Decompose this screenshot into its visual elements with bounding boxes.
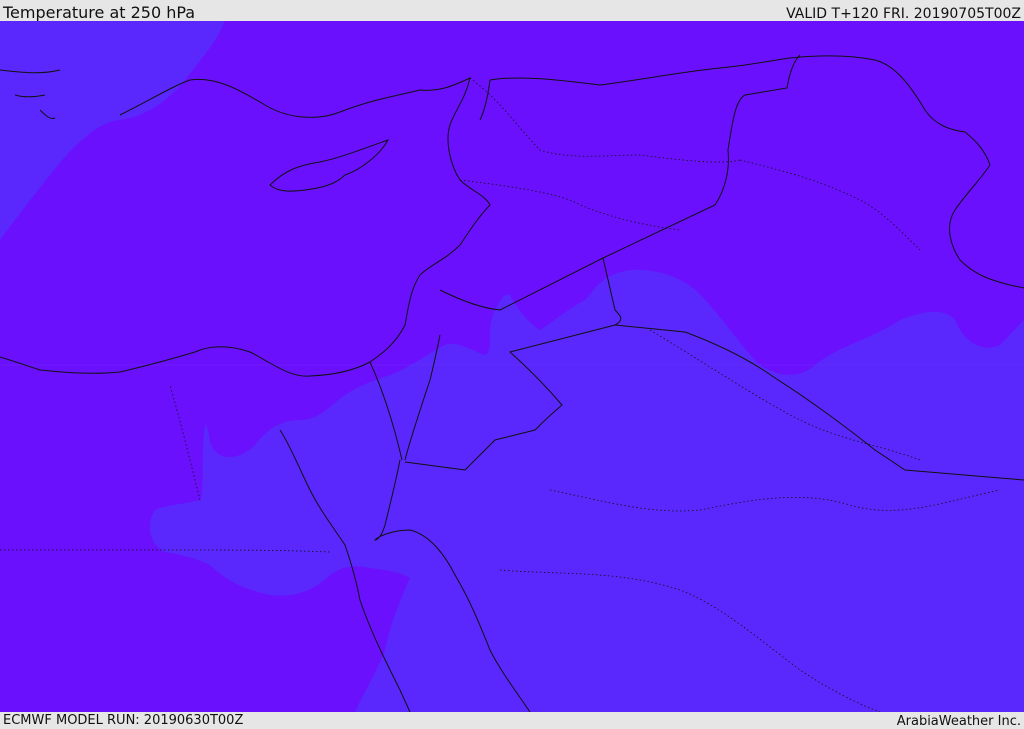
map-title: Temperature at 250 hPa [3, 3, 196, 22]
valid-time: VALID T+120 FRI. 20190705T00Z [786, 6, 1021, 22]
model-run: ECMWF MODEL RUN: 20190630T00Z [3, 713, 244, 728]
credit: ArabiaWeather Inc. [896, 714, 1021, 729]
weather-map-page: Temperature at 250 hPa VALID T+120 FRI. … [0, 0, 1024, 729]
footer-bar: ECMWF MODEL RUN: 20190630T00Z ArabiaWeat… [0, 712, 1024, 729]
temperature-map [0, 21, 1024, 712]
header-bar: Temperature at 250 hPa VALID T+120 FRI. … [0, 0, 1024, 22]
